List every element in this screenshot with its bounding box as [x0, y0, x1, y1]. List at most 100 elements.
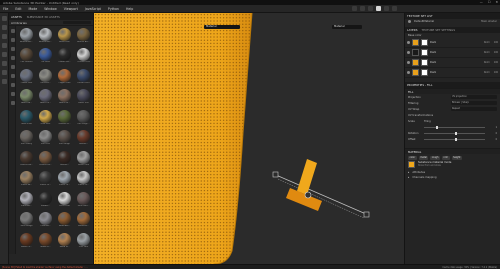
- material-tile[interactable]: Bronze Art...: [75, 28, 92, 45]
- viewport-channel-dropdown-left[interactable]: Material: [204, 25, 240, 29]
- material-tile[interactable]: Wood Gr...: [37, 232, 54, 250]
- uv-wrap-dropdown[interactable]: Repeat: [451, 107, 497, 111]
- material-tile[interactable]: Wood W...: [56, 232, 73, 250]
- render-icon[interactable]: [360, 6, 365, 11]
- material-tile[interactable]: Fabric Ba...: [18, 89, 35, 106]
- material-tile[interactable]: Leather Ba...: [18, 150, 35, 168]
- gizmo-handle-left[interactable]: [272, 171, 279, 178]
- polygon-fill-icon[interactable]: [2, 79, 7, 84]
- share-icon[interactable]: [392, 6, 397, 11]
- tiling-knob[interactable]: [436, 125, 439, 129]
- category-brushes-icon[interactable]: [10, 56, 15, 60]
- layer-name[interactable]: Dark: [430, 71, 482, 74]
- material-tile[interactable]: Iron Rough: [56, 130, 73, 147]
- category-textures-icon[interactable]: [10, 74, 15, 78]
- layer-blend-mode[interactable]: Norm: [484, 41, 490, 44]
- material-tile[interactable]: Ground Gr...: [56, 109, 73, 127]
- clone-icon[interactable]: [2, 61, 7, 66]
- projection-icon[interactable]: [2, 34, 7, 39]
- layer-opacity[interactable]: 100: [494, 71, 498, 74]
- material-tile[interactable]: Plastic Di...: [37, 171, 54, 188]
- layer-name[interactable]: Dark: [430, 51, 482, 54]
- category-alphas-icon[interactable]: [10, 65, 15, 69]
- material-picker-row[interactable]: Substance material mode Show from and sh…: [405, 161, 500, 170]
- material-tile[interactable]: Leather...: [75, 130, 92, 147]
- layer-mask-thumbnail[interactable]: [421, 69, 428, 76]
- material-tile[interactable]: Platinum...: [18, 191, 35, 209]
- offset-value[interactable]: 0: [487, 138, 497, 141]
- texture-set-item[interactable]: DefaultMaterial Main shader: [405, 19, 500, 24]
- material-tile[interactable]: Fabric Ro...: [56, 89, 73, 106]
- menu-help[interactable]: Help: [126, 7, 133, 11]
- material-tile[interactable]: Copper Pure: [56, 68, 73, 86]
- menu-window[interactable]: Window: [44, 7, 57, 11]
- filtering-dropdown[interactable]: Bilinear | Sharp: [451, 101, 497, 105]
- layer-mask-thumbnail[interactable]: [421, 39, 428, 46]
- geometry-fill-icon[interactable]: [2, 43, 7, 48]
- channel-nrm-toggle[interactable]: nrm: [441, 155, 450, 160]
- material-tile[interactable]: Glass Visor: [18, 109, 35, 127]
- painting-mode-icon[interactable]: [376, 6, 381, 11]
- eye-icon[interactable]: [408, 20, 411, 23]
- library-dropdown[interactable]: All libraries: [11, 21, 27, 25]
- tab-assets[interactable]: ASSETS: [11, 15, 22, 19]
- projection-dropdown[interactable]: UV projection: [451, 95, 497, 99]
- material-tile[interactable]: Fabric Suit: [75, 89, 92, 106]
- material-tile[interactable]: Fabric Kn...: [37, 89, 54, 106]
- shader-dropdown[interactable]: Main shader: [481, 20, 497, 23]
- tab-substance-assets[interactable]: SUBSTANCE 3D ASSETS: [27, 15, 60, 19]
- layer-blend-mode[interactable]: Norm: [484, 61, 490, 64]
- gizmo-center[interactable]: [304, 191, 312, 199]
- layer-row[interactable]: Dark Norm 100: [405, 68, 500, 78]
- channel-height-toggle[interactable]: height: [451, 155, 462, 160]
- menu-edit[interactable]: Edit: [15, 7, 21, 11]
- offset-slider[interactable]: Offset 0: [405, 136, 500, 142]
- camera-icon[interactable]: [352, 6, 357, 11]
- gizmo-handle-right[interactable]: [363, 211, 370, 218]
- menu-file[interactable]: File: [3, 7, 8, 11]
- channel-metal-toggle[interactable]: metal: [418, 155, 429, 160]
- material-tile[interactable]: Leather...: [56, 150, 73, 168]
- category-materials-icon[interactable]: [10, 38, 15, 42]
- eraser-icon[interactable]: [2, 25, 7, 30]
- material-tile[interactable]: Iron Pure: [37, 130, 54, 147]
- material-tile[interactable]: Brass Pure: [56, 28, 73, 45]
- maximize-button[interactable]: ☐: [488, 0, 491, 4]
- layer-row[interactable]: Dark Norm 100: [405, 48, 500, 58]
- layer-mask-thumbnail[interactable]: [421, 59, 428, 66]
- category-filters-icon[interactable]: [10, 83, 15, 87]
- material-tile[interactable]: Wood Bir...: [75, 212, 92, 229]
- material-tile[interactable]: Rubber...: [37, 191, 54, 209]
- rotation-knob[interactable]: [454, 131, 457, 135]
- material-tile[interactable]: Aluminium...: [18, 28, 35, 45]
- layer-name[interactable]: Dark: [430, 41, 482, 44]
- material-tile[interactable]: Nickel Pure: [75, 150, 92, 168]
- status-error-message[interactable]: [Scene 3D] Failed to load the shader 'su…: [2, 266, 88, 269]
- material-tile[interactable]: Zinc Pure: [75, 232, 92, 250]
- material-tile[interactable]: Car Paint: [37, 48, 54, 65]
- eye-icon[interactable]: [407, 41, 410, 44]
- material-tile[interactable]: Wood Am...: [56, 212, 73, 229]
- paint-brush-icon[interactable]: [2, 16, 7, 21]
- material-tile[interactable]: Titanium...: [37, 212, 54, 229]
- material-tile[interactable]: Concrete...: [37, 68, 54, 86]
- channels-mapping-row[interactable]: ▸ Channels mapping: [405, 175, 500, 180]
- layer-opacity[interactable]: 100: [494, 41, 498, 44]
- menu-viewport[interactable]: Viewport: [64, 7, 78, 11]
- rotation-value[interactable]: 0: [487, 132, 497, 135]
- layer-name[interactable]: Dark: [430, 61, 482, 64]
- rendering-mode-icon[interactable]: [384, 6, 389, 11]
- layer-blend-mode[interactable]: Norm: [484, 51, 490, 54]
- category-generators-icon[interactable]: [10, 92, 15, 96]
- channel-color-toggle[interactable]: color: [408, 155, 417, 160]
- material-tile[interactable]: Chrome Pure: [75, 48, 92, 65]
- material-tile[interactable]: Iron Grainy: [18, 130, 35, 147]
- eye-icon[interactable]: [407, 61, 410, 64]
- layer-row[interactable]: Dark Norm 100: [405, 58, 500, 68]
- menu-mode[interactable]: Mode: [29, 7, 38, 11]
- material-tile[interactable]: Cobalt Pure: [18, 68, 35, 86]
- material-thumbnail[interactable]: [408, 161, 415, 168]
- asset-search-input[interactable]: [63, 20, 91, 25]
- channel-rough-toggle[interactable]: rough: [430, 155, 440, 160]
- menu-python[interactable]: Python: [108, 7, 119, 11]
